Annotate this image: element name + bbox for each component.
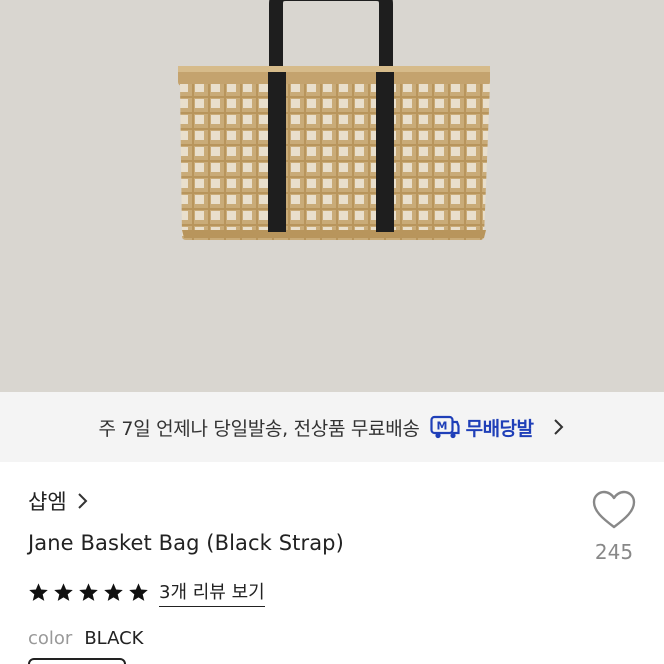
m-delivery-icon: M xyxy=(429,415,460,439)
star-icon xyxy=(79,583,98,601)
like-count: 245 xyxy=(594,540,634,564)
shipping-text: 주 7일 언제나 당일발송, 전상품 무료배송 xyxy=(98,417,420,440)
free-shipping-badge[interactable]: M 무배당발 xyxy=(429,414,534,441)
star-icon xyxy=(129,583,148,601)
star-icon xyxy=(54,583,73,601)
svg-text:M: M xyxy=(436,420,447,433)
shipping-banner[interactable]: 주 7일 언제나 당일발송, 전상품 무료배송 M 무배당발 xyxy=(0,392,664,462)
brand-link[interactable]: 샵엠 xyxy=(28,486,89,516)
star-icon xyxy=(29,583,48,601)
free-shipping-label: 무배당발 xyxy=(465,417,534,440)
product-image[interactable] xyxy=(0,0,664,392)
color-value: BLACK xyxy=(84,628,144,649)
review-link[interactable]: 3개 리뷰 보기 xyxy=(159,578,265,607)
like-button[interactable]: 245 xyxy=(584,490,644,564)
chevron-right-icon xyxy=(77,493,88,509)
rating-row: 3개 리뷰 보기 xyxy=(28,578,265,607)
heart-icon[interactable] xyxy=(592,490,636,530)
product-title: Jane Basket Bag (Black Strap) xyxy=(28,531,344,555)
brand-name: 샵엠 xyxy=(28,490,67,514)
basket-bag-illustration xyxy=(178,0,490,240)
color-option-swatch[interactable] xyxy=(28,658,126,664)
color-label: color xyxy=(28,628,73,649)
chevron-right-icon[interactable] xyxy=(552,418,566,436)
color-row: color BLACK xyxy=(28,628,144,649)
star-rating xyxy=(28,582,149,603)
star-icon xyxy=(104,583,123,601)
